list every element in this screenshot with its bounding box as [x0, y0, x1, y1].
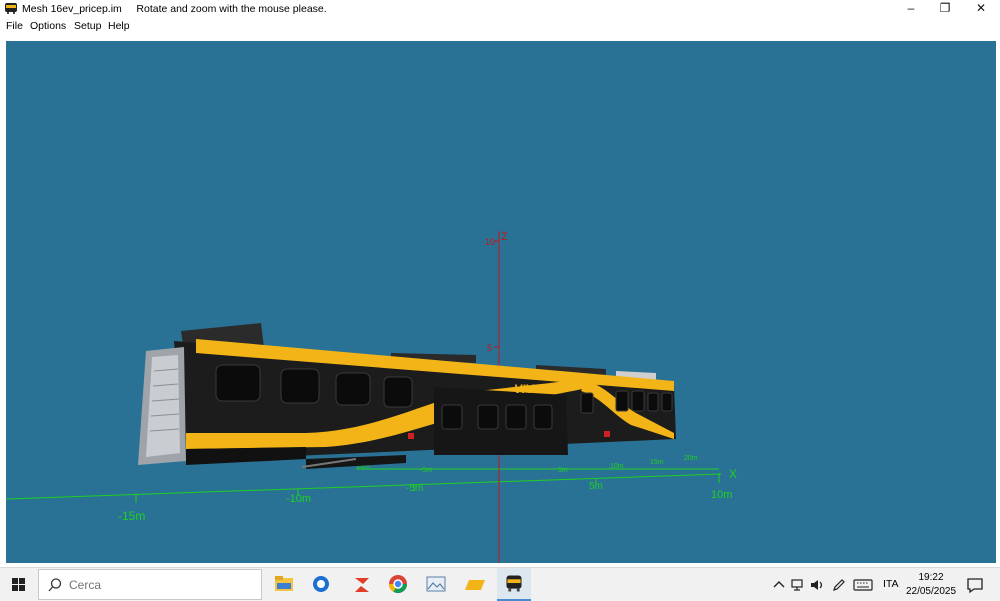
far-tick-label: -5m — [420, 467, 432, 474]
near-axis-line — [6, 473, 722, 500]
z-tick-label: 10 — [485, 237, 495, 247]
x-axis-label: X — [729, 467, 737, 481]
far-tick-label: 15m — [650, 459, 664, 466]
menu-options[interactable]: Options — [30, 20, 66, 32]
z-axis-label: Z — [501, 231, 508, 243]
menu-file[interactable]: File — [6, 20, 23, 32]
app-blue-icon[interactable] — [304, 568, 338, 601]
title-bar: Mesh 16ev_pricep.im Rotate and zoom with… — [0, 0, 1000, 17]
app-red-icon[interactable] — [345, 568, 379, 601]
train-viewer-icon[interactable] — [497, 568, 531, 601]
far-tick-label: 10m — [610, 463, 624, 470]
notification-icon[interactable] — [966, 576, 984, 594]
near-tick-label: -10m — [286, 493, 311, 505]
folder-yellow-icon[interactable] — [457, 568, 491, 601]
chrome-icon[interactable] — [381, 568, 415, 601]
window — [280, 368, 320, 404]
near-tick-label: -15m — [118, 509, 145, 523]
volume-icon[interactable] — [809, 577, 825, 593]
search-input[interactable] — [69, 578, 224, 592]
close-button[interactable]: ✕ — [964, 0, 998, 17]
clock-time[interactable]: 19:22 — [901, 572, 961, 583]
near-tick-label: -5m — [406, 483, 423, 494]
network-icon[interactable] — [790, 577, 806, 593]
far-tick-label: 20m — [684, 455, 698, 462]
window — [505, 404, 527, 430]
pen-icon[interactable] — [831, 577, 847, 593]
window — [477, 404, 499, 430]
app-train-icon — [5, 3, 17, 14]
taskbar: ITA 19:22 22/05/2025 — [0, 567, 1000, 601]
language-indicator[interactable]: ITA — [883, 578, 899, 590]
chevron-up-icon[interactable] — [771, 577, 787, 593]
window — [441, 404, 463, 430]
z-tick-label: 5 — [487, 343, 492, 353]
window — [615, 390, 629, 412]
keyboard-icon[interactable] — [853, 577, 873, 593]
3d-viewport[interactable]: -15m -10m -5m 5m 10m -10m -5m 5m 10m 15m… — [6, 41, 996, 563]
near-tick-label: 10m — [711, 489, 732, 501]
window — [383, 376, 413, 408]
window — [580, 392, 594, 414]
file-explorer-icon[interactable] — [267, 568, 301, 601]
train-model: VIVI — [138, 323, 676, 469]
clock-date[interactable]: 22/05/2025 — [901, 586, 961, 597]
restore-button[interactable]: ❐ — [928, 0, 962, 17]
window — [661, 392, 673, 412]
window — [215, 364, 261, 402]
train-logo: VIVI — [514, 382, 537, 396]
start-button[interactable] — [0, 568, 38, 601]
search-icon — [48, 578, 62, 592]
menu-setup[interactable]: Setup — [74, 20, 101, 32]
window-title: Mesh 16ev_pricep.im Rotate and zoom with… — [22, 3, 327, 15]
search-box[interactable] — [38, 569, 262, 600]
window — [335, 372, 371, 406]
menu-bar: File Options Setup Help — [0, 17, 1000, 35]
menu-help[interactable]: Help — [108, 20, 130, 32]
far-tick-label: 5m — [558, 467, 568, 474]
photos-icon[interactable] — [419, 568, 453, 601]
window — [533, 404, 553, 430]
near-tick-label: 5m — [589, 481, 603, 492]
scene[interactable]: -15m -10m -5m 5m 10m -10m -5m 5m 10m 15m… — [6, 41, 996, 563]
window — [647, 392, 659, 412]
minimize-button[interactable]: – — [894, 0, 928, 17]
window — [631, 390, 645, 412]
